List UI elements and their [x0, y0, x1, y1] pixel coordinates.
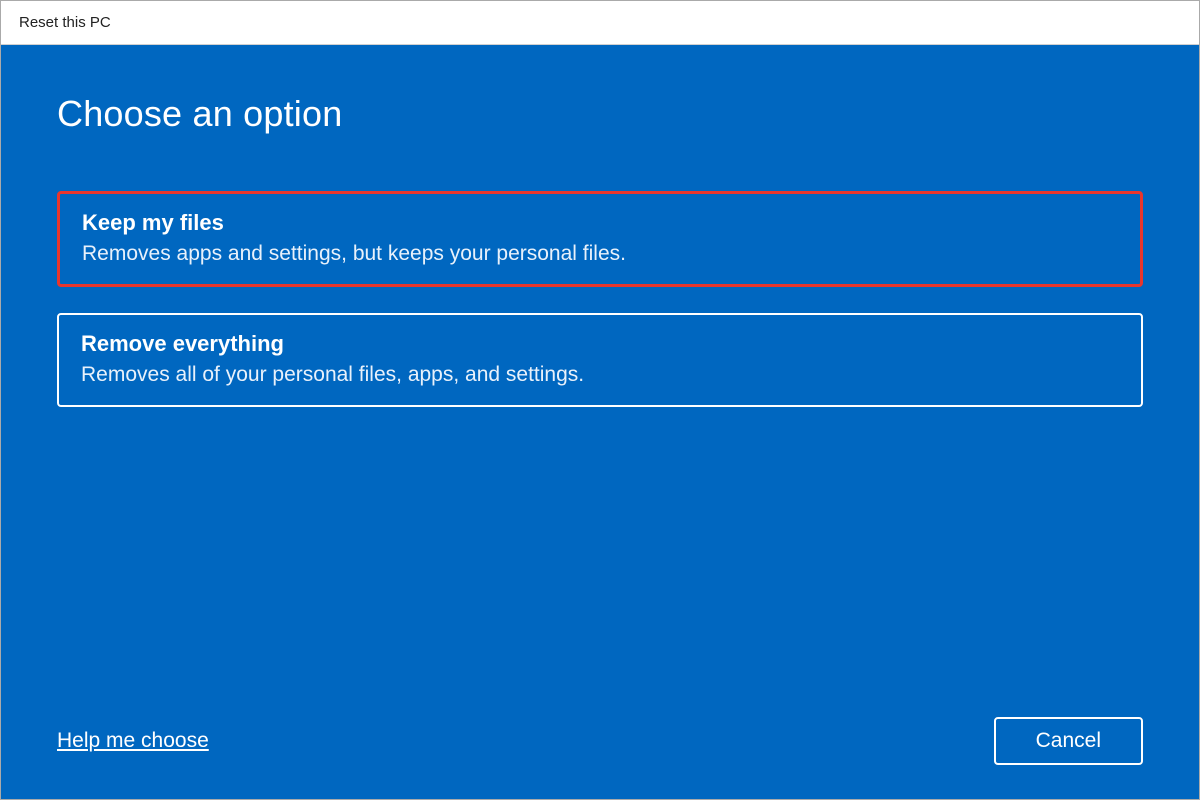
titlebar: Reset this PC: [1, 1, 1199, 45]
option-keep-my-files[interactable]: Keep my files Removes apps and settings,…: [57, 191, 1143, 287]
window-title: Reset this PC: [19, 14, 111, 31]
option-description: Removes apps and settings, but keeps you…: [82, 242, 1118, 266]
help-me-choose-link[interactable]: Help me choose: [57, 729, 209, 753]
option-title: Keep my files: [82, 210, 1118, 236]
option-remove-everything[interactable]: Remove everything Removes all of your pe…: [57, 313, 1143, 407]
dialog-content: Choose an option Keep my files Removes a…: [1, 45, 1199, 799]
option-title: Remove everything: [81, 331, 1119, 357]
option-description: Removes all of your personal files, apps…: [81, 363, 1119, 387]
dialog-footer: Help me choose Cancel: [57, 717, 1143, 765]
cancel-button[interactable]: Cancel: [994, 717, 1143, 765]
page-title: Choose an option: [57, 93, 1143, 135]
reset-pc-dialog: Reset this PC Choose an option Keep my f…: [0, 0, 1200, 800]
